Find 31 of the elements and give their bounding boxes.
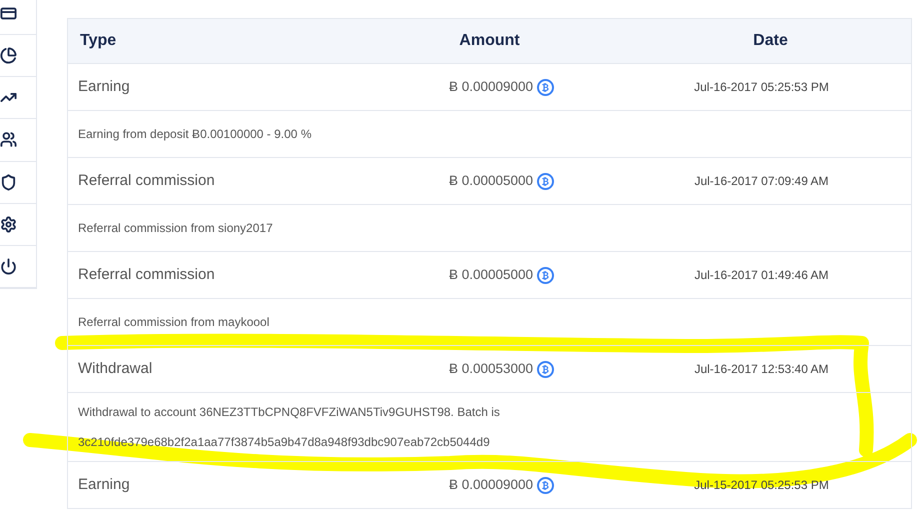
table-cell-text: Ƀ 0.00005000 xyxy=(448,266,534,284)
table-cell-text: Referral commission xyxy=(78,170,216,191)
bitcoin-icon xyxy=(537,266,554,284)
bitcoin-icon xyxy=(537,172,554,190)
settings-icon[interactable] xyxy=(0,216,17,233)
shield-icon[interactable] xyxy=(0,174,17,191)
pie-chart-icon[interactable] xyxy=(0,47,17,64)
description-text: Earning from deposit Ƀ0.00100000 - 9.00 % xyxy=(78,126,312,143)
column-header: Amount xyxy=(459,31,520,51)
table-cell-text: Ƀ 0.00009000 xyxy=(448,476,534,494)
table-cell-text: Earning xyxy=(78,76,131,97)
bitcoin-icon xyxy=(537,476,554,494)
table-cell-text: Jul-16-2017 07:09:49 AM xyxy=(694,173,829,190)
bitcoin-icon xyxy=(537,360,554,378)
column-header: Type xyxy=(80,31,116,51)
table-cell-text: Jul-16-2017 01:49:46 AM xyxy=(694,267,829,284)
power-icon[interactable] xyxy=(0,258,17,275)
table-cell-text: Ƀ 0.00005000 xyxy=(448,172,534,190)
table-cell-text: Ƀ 0.00009000 xyxy=(448,78,534,96)
table-cell-text: Jul-16-2017 12:53:40 AM xyxy=(694,361,829,378)
description-text: Referral commission from siony2017 xyxy=(78,220,273,237)
description-text: Referral commission from maykoool xyxy=(78,314,270,331)
table-cell-text: Referral commission xyxy=(78,264,216,285)
bitcoin-icon xyxy=(537,78,554,96)
table-cell-text: Earning xyxy=(78,474,131,495)
table-cell-text: Withdrawal xyxy=(78,358,154,379)
column-header: Date xyxy=(753,31,788,51)
users-icon[interactable] xyxy=(0,131,17,148)
credit-card-icon[interactable] xyxy=(0,5,17,22)
table-cell-text: Ƀ 0.00053000 xyxy=(448,360,534,378)
table-cell-text: Jul-16-2017 05:25:53 PM xyxy=(694,79,829,96)
